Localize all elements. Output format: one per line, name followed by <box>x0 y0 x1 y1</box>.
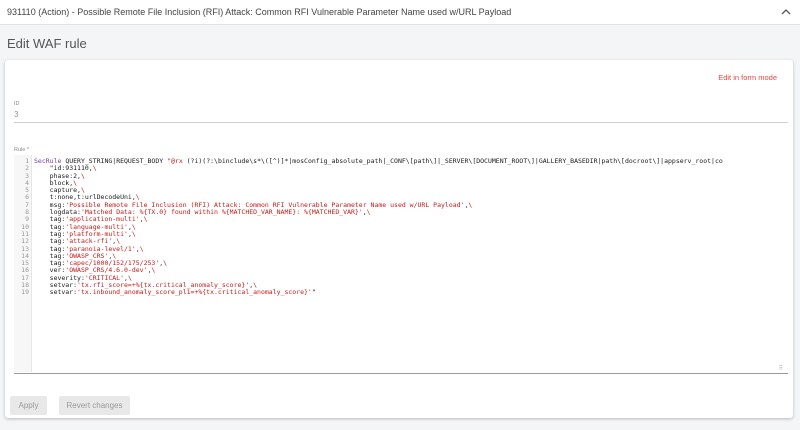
code-line: tag:'language-multi',\ <box>34 222 136 231</box>
code-line: tag:'attack-rfi',\ <box>34 237 121 246</box>
code-line: tag:'application-multi',\ <box>34 215 148 224</box>
chevron-up-icon[interactable] <box>780 5 792 17</box>
edit-rule-panel: Edit in form mode ID 3 Rule * 1234567891… <box>5 60 793 418</box>
code-line: block,\ <box>34 178 78 187</box>
apply-button[interactable]: Apply <box>10 396 47 415</box>
code-content[interactable]: SecRule QUERY_STRING|REQUEST_BODY "@rx (… <box>34 157 789 297</box>
line-number: 19 <box>21 288 29 297</box>
code-line: SecRule QUERY_STRING|REQUEST_BODY "@rx (… <box>34 157 723 165</box>
id-label: ID <box>14 101 20 107</box>
editor-underline <box>14 373 788 374</box>
line-number-gutter: 1 2 3 4 5 6 7 8 9 10 11 12 13 14 15 16 17 18 19 <box>14 155 32 372</box>
code-line: tag:'platform-multi',\ <box>34 229 136 238</box>
code-line: tag:'paranoia-level/1',\ <box>34 244 144 253</box>
revert-changes-button[interactable]: Revert changes <box>59 396 130 415</box>
resize-grip-icon[interactable]: ⠿ <box>779 365 783 372</box>
code-line: capture,\ <box>34 186 85 195</box>
page-title: Edit WAF rule <box>7 36 87 51</box>
code-line: ver:'OWASP_CRS/4.6.0-dev',\ <box>34 266 156 275</box>
line-numbers: 1 2 3 4 5 6 7 8 9 10 11 12 13 14 15 16 17 18 19 <box>14 157 29 297</box>
edit-in-form-mode-link[interactable]: Edit in form mode <box>718 73 777 82</box>
code-line: "id:931110,\ <box>34 164 97 173</box>
id-field-underline <box>14 122 788 123</box>
rule-label: Rule * <box>14 147 29 153</box>
rule-header-title: 931110 (Action) - Possible Remote File I… <box>7 7 512 17</box>
id-field[interactable]: 3 <box>14 110 18 119</box>
code-line: phase:2,\ <box>34 171 85 180</box>
code-line: setvar:'tx.inbound_anomaly_score_pl1=+%{… <box>34 288 316 297</box>
rule-header-bar[interactable]: 931110 (Action) - Possible Remote File I… <box>0 0 800 25</box>
rule-code-editor[interactable]: 1 2 3 4 5 6 7 8 9 10 11 12 13 14 15 16 17 18 19 SecRule QU… <box>14 155 789 372</box>
